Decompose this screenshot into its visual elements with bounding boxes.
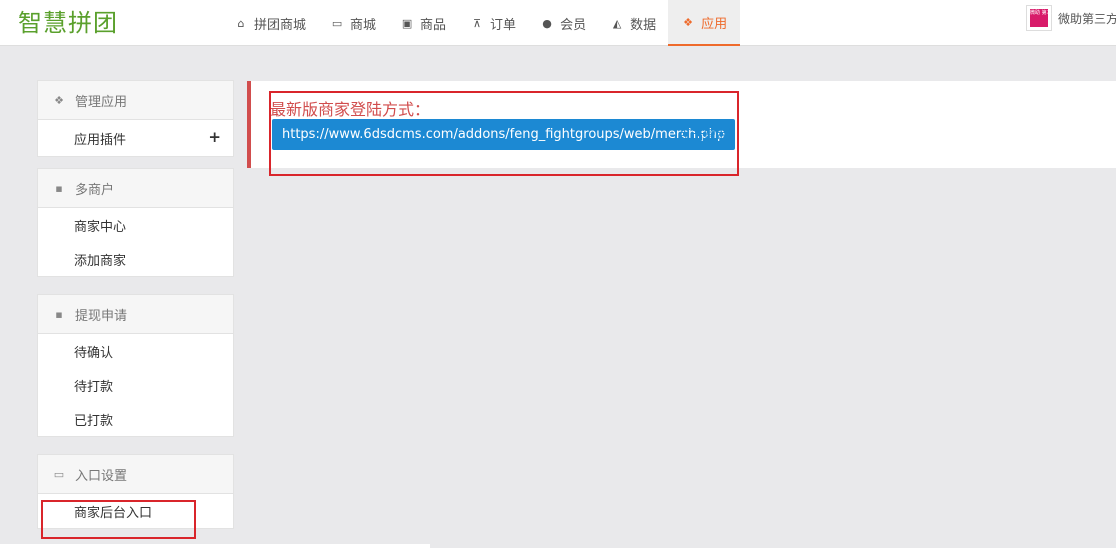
nav-item-pintuan-mall[interactable]: ⌂ 拼团商城 bbox=[222, 0, 318, 46]
sidebar-item-pending-confirm[interactable]: 待确认 bbox=[38, 334, 233, 368]
inbox-icon: ▭ bbox=[53, 467, 65, 481]
user-icon: ● bbox=[542, 16, 552, 30]
monitor-icon: ▭ bbox=[331, 16, 343, 30]
sidebar-item-merchant-center[interactable]: 商家中心 bbox=[38, 208, 233, 242]
nav-item-label: 会员 bbox=[560, 17, 587, 33]
sidebar-item-label: 商家中心 bbox=[74, 219, 127, 235]
nav-item-label: 应用 bbox=[701, 16, 728, 32]
sidebar-panel-withdraw: ▪ 提现申请 待确认 待打款 已打款 bbox=[37, 294, 234, 437]
nav-item-apps[interactable]: ❖ 应用 bbox=[668, 0, 741, 46]
nav-item-label: 拼团商城 bbox=[254, 17, 307, 33]
archive-icon: ▪ bbox=[55, 181, 63, 195]
area-chart-icon: ◭ bbox=[612, 16, 622, 30]
nav-item-data[interactable]: ◭ 数据 bbox=[598, 0, 668, 46]
cubes-icon: ❖ bbox=[683, 15, 694, 29]
nav-item-members[interactable]: ● 会员 bbox=[528, 0, 598, 46]
bottom-divider bbox=[0, 544, 430, 548]
cart-icon: ⊼ bbox=[473, 16, 482, 30]
highlight-box-login-url bbox=[269, 91, 739, 176]
nav-item-label: 数据 bbox=[630, 17, 657, 33]
account-name[interactable]: 微助第三方 bbox=[1058, 10, 1116, 27]
archive-icon: ▪ bbox=[55, 307, 63, 321]
sidebar-item-pending-payment[interactable]: 待打款 bbox=[38, 368, 233, 402]
sidebar-panel-title: 多商户 bbox=[75, 182, 115, 198]
sidebar-item-label: 已打款 bbox=[74, 413, 114, 429]
sidebar-item-app-plugins[interactable]: 应用插件 + bbox=[38, 120, 233, 156]
sidebar-item-paid[interactable]: 已打款 bbox=[38, 402, 233, 436]
highlight-box-backend-entry bbox=[41, 500, 196, 539]
sidebar-panel-header: ▭ 入口设置 bbox=[38, 455, 233, 494]
sidebar-item-add-merchant[interactable]: 添加商家 bbox=[38, 242, 233, 276]
top-navbar: 智慧拼团 ⌂ 拼团商城 ▭ 商城 ▣ 商品 ⊼ 订单 ● 会员 ◭ 数据 ❖ 应… bbox=[0, 0, 1116, 46]
sidebar-panel-header: ▪ 多商户 bbox=[38, 169, 233, 208]
nav-item-label: 商品 bbox=[420, 17, 447, 33]
nav-item-goods[interactable]: ▣ 商品 bbox=[388, 0, 458, 46]
app-logo[interactable]: 智慧拼团 bbox=[18, 3, 118, 38]
nav-item-label: 商城 bbox=[350, 17, 377, 33]
sidebar-panel-title: 入口设置 bbox=[75, 468, 128, 484]
sidebar-item-label: 应用插件 bbox=[74, 132, 127, 148]
account-menu[interactable]: 微助 第三方 微助第三方 bbox=[1026, 4, 1116, 32]
sidebar-panel-manage-apps: ❖ 管理应用 应用插件 + bbox=[37, 80, 234, 157]
sidebar-panel-header: ❖ 管理应用 bbox=[38, 81, 233, 120]
plus-icon[interactable]: + bbox=[208, 128, 221, 146]
sidebar-panel-title: 管理应用 bbox=[75, 94, 128, 110]
sidebar-panel-multi-merchant: ▪ 多商户 商家中心 添加商家 bbox=[37, 168, 234, 277]
home-icon: ⌂ bbox=[237, 16, 245, 30]
nav-item-mall[interactable]: ▭ 商城 bbox=[318, 0, 388, 46]
avatar[interactable]: 微助 第三方 bbox=[1026, 5, 1057, 31]
main-nav: ⌂ 拼团商城 ▭ 商城 ▣ 商品 ⊼ 订单 ● 会员 ◭ 数据 ❖ 应用 bbox=[222, 0, 741, 46]
avatar-logo: 微助 第三方 bbox=[1030, 9, 1057, 27]
sidebar: ❖ 管理应用 应用插件 + ▪ 多商户 商家中心 添加商家 ▪ 提现申请 待确认… bbox=[37, 80, 234, 546]
sidebar-item-label: 添加商家 bbox=[74, 253, 127, 269]
nav-item-label: 订单 bbox=[490, 17, 517, 33]
sidebar-panel-title: 提现申请 bbox=[75, 308, 128, 324]
gift-icon: ▣ bbox=[401, 16, 413, 30]
sidebar-item-label: 待确认 bbox=[74, 345, 114, 361]
nav-item-orders[interactable]: ⊼ 订单 bbox=[458, 0, 528, 46]
sidebar-item-label: 待打款 bbox=[74, 379, 114, 395]
sidebar-panel-header: ▪ 提现申请 bbox=[38, 295, 233, 334]
cubes-icon: ❖ bbox=[54, 93, 64, 107]
